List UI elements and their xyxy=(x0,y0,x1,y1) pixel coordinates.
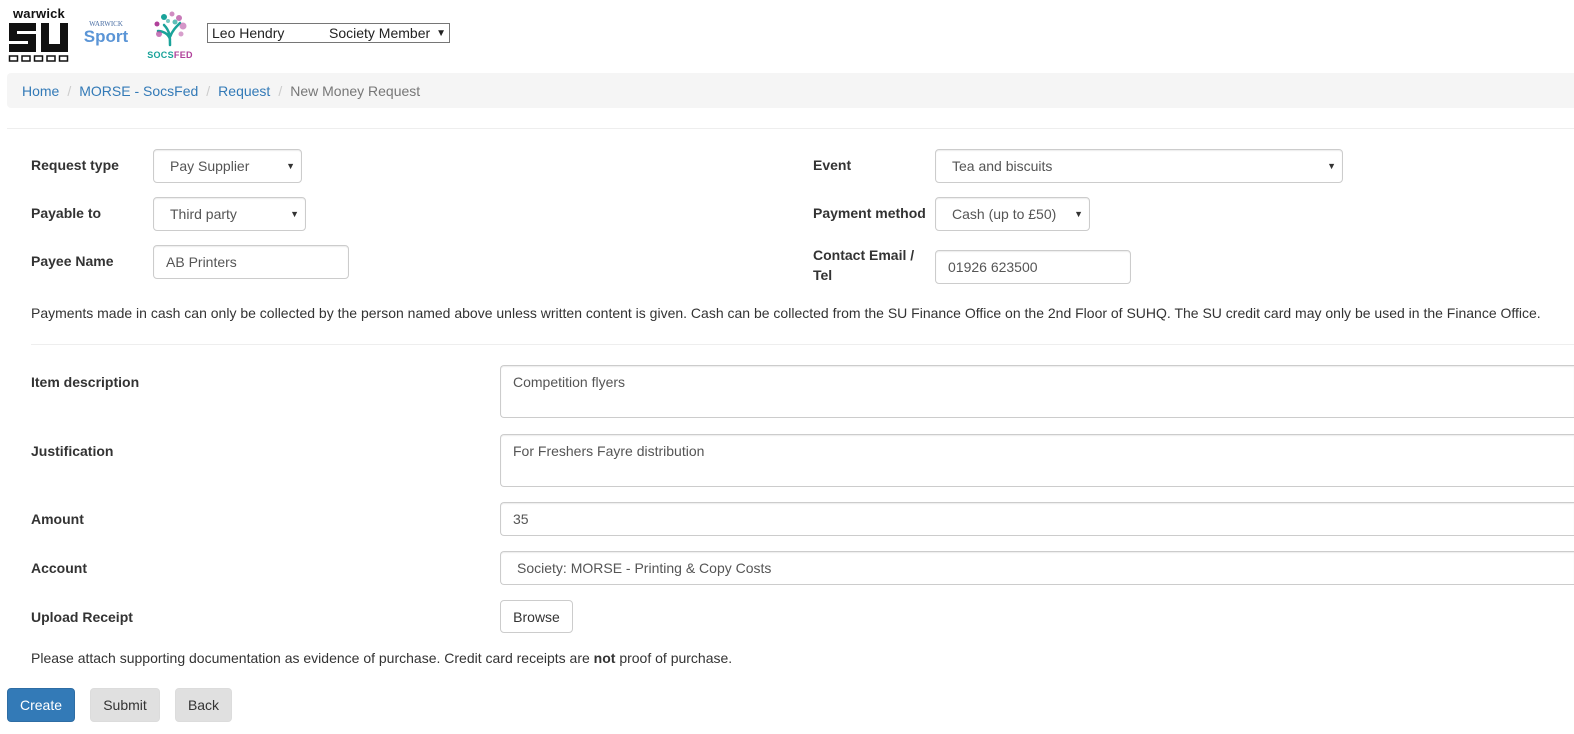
request-type-label: Request type xyxy=(31,157,119,173)
item-description-value: Competition flyers xyxy=(513,374,626,390)
payment-method-value: Cash (up to £50) xyxy=(952,206,1057,222)
cash-collection-note: Payments made in cash can only be collec… xyxy=(31,305,1541,321)
su-logo-mark-icon xyxy=(8,23,69,62)
payee-name-label: Payee Name xyxy=(31,253,114,269)
socsfed-logo[interactable]: SOCSFED xyxy=(144,9,196,64)
payable-to-label: Payable to xyxy=(31,205,102,221)
payable-to-value: Third party xyxy=(170,206,237,222)
amount-label: Amount xyxy=(31,511,84,527)
breadcrumb-current: New Money Request xyxy=(290,82,421,99)
caret-down-icon: ▼ xyxy=(286,161,295,171)
account-value: Society: MORSE - Printing & Copy Costs xyxy=(517,560,772,576)
receipt-note-before: Please attach supporting documentation a… xyxy=(31,650,594,666)
breadcrumb-home[interactable]: Home xyxy=(22,83,59,99)
payment-method-label: Payment method xyxy=(813,205,926,221)
justification-label: Justification xyxy=(31,443,114,459)
breadcrumb-society[interactable]: MORSE - SocsFed xyxy=(79,83,198,99)
caret-down-icon: ▼ xyxy=(290,209,299,219)
socsfed-logo-text: SOCSFED xyxy=(144,50,196,60)
justification-textarea[interactable]: For Freshers Fayre distribution xyxy=(500,434,1574,487)
breadcrumb-separator: / xyxy=(278,82,283,99)
socsfed-tree-icon xyxy=(154,11,187,47)
event-select[interactable]: Tea and biscuits ▼ xyxy=(935,149,1343,183)
event-value: Tea and biscuits xyxy=(952,158,1053,174)
submit-button[interactable]: Submit xyxy=(90,688,160,722)
event-label: Event xyxy=(813,157,852,173)
browse-button[interactable]: Browse xyxy=(500,600,573,633)
item-description-textarea[interactable]: Competition flyers xyxy=(500,365,1574,418)
contact-label: Contact Email / Tel xyxy=(813,245,914,285)
item-description-label: Item description xyxy=(31,374,140,390)
breadcrumb-separator: / xyxy=(206,82,211,99)
warwick-sport-logo[interactable]: WARWICK Sport xyxy=(78,20,134,50)
upload-receipt-label: Upload Receipt xyxy=(31,609,133,625)
user-role-select[interactable]: Leo Hendry Society Member ▼ xyxy=(207,23,450,43)
caret-down-icon: ▼ xyxy=(1074,209,1083,219)
divider xyxy=(7,128,1574,129)
user-name: Leo Hendry xyxy=(212,25,285,41)
chevron-down-icon: ▼ xyxy=(436,27,447,39)
divider xyxy=(31,344,1574,345)
su-logo-top-text: warwick xyxy=(13,6,65,21)
contact-label-line2: Tel xyxy=(813,267,833,283)
back-button[interactable]: Back xyxy=(175,688,232,722)
amount-input[interactable]: 35 xyxy=(500,502,1574,536)
receipt-note: Please attach supporting documentation a… xyxy=(31,650,732,666)
sport-logo-main-text: Sport xyxy=(83,27,129,46)
amount-value: 35 xyxy=(513,511,529,527)
contact-label-line1: Contact Email / xyxy=(813,247,915,263)
payee-name-value: AB Printers xyxy=(166,254,237,270)
receipt-note-after: proof of purchase. xyxy=(615,650,733,666)
socsfed-text-b: FED xyxy=(173,50,193,60)
payment-method-select[interactable]: Cash (up to £50) ▼ xyxy=(935,197,1090,231)
request-type-select[interactable]: Pay Supplier ▼ xyxy=(153,149,302,183)
payable-to-select[interactable]: Third party ▼ xyxy=(153,197,306,231)
breadcrumb-request[interactable]: Request xyxy=(218,83,270,99)
warwick-su-logo[interactable]: warwick xyxy=(8,6,70,62)
user-role: Society Member xyxy=(329,25,431,41)
account-label: Account xyxy=(31,560,87,576)
contact-input[interactable]: 01926 623500 xyxy=(935,250,1131,284)
receipt-note-bold: not xyxy=(593,650,616,666)
socsfed-text-a: SOCS xyxy=(147,50,174,60)
payee-name-input[interactable]: AB Printers xyxy=(153,245,349,279)
caret-down-icon: ▼ xyxy=(1327,161,1336,171)
breadcrumb: Home / MORSE - SocsFed / Request / New M… xyxy=(7,73,1574,108)
account-select[interactable]: Society: MORSE - Printing & Copy Costs xyxy=(500,551,1574,585)
breadcrumb-separator: / xyxy=(67,82,72,99)
create-button[interactable]: Create xyxy=(7,688,75,722)
contact-value: 01926 623500 xyxy=(948,259,1038,275)
justification-value: For Freshers Fayre distribution xyxy=(513,443,705,459)
request-type-value: Pay Supplier xyxy=(170,158,250,174)
